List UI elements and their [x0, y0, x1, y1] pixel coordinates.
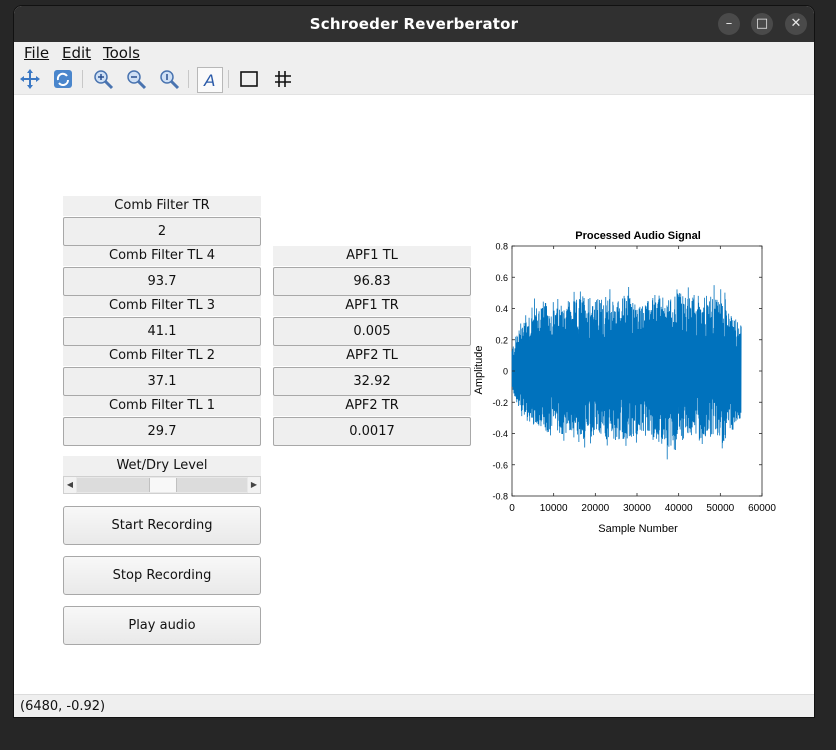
wetdry-slider[interactable]: ◀ ▶ [63, 476, 261, 494]
slider-right-arrow-icon[interactable]: ▶ [248, 477, 260, 493]
x-tick-label: 40000 [665, 503, 693, 514]
zoom-in-icon[interactable] [91, 67, 115, 91]
apf1-tr-field[interactable]: 0.005 [273, 317, 471, 346]
menu-tools-label: Tools [103, 44, 140, 62]
figure-canvas: Comb Filter TR 2 Comb Filter TL 4 93.7 C… [14, 95, 814, 694]
apf2-tl-label: APF2 TL [273, 346, 471, 366]
y-tick-label: 0 [503, 367, 508, 377]
box-icon[interactable] [237, 67, 261, 91]
grid-icon[interactable] [271, 67, 295, 91]
comb-tl1-label: Comb Filter TL 1 [63, 396, 261, 416]
zoom-reset-icon[interactable] [157, 67, 181, 91]
toolbar: A [14, 64, 814, 95]
play-audio-button[interactable]: Play audio [63, 606, 261, 645]
wetdry-label: Wet/Dry Level [63, 456, 261, 476]
chart-ylabel: Amplitude [473, 346, 485, 395]
menu-edit-label: Edit [62, 44, 92, 62]
svg-text:A: A [203, 71, 215, 90]
status-bar: (6480, -0.92) [14, 694, 814, 717]
maximize-icon[interactable]: □ [751, 13, 773, 35]
toolbar-separator [228, 70, 229, 88]
y-tick-label: -0.4 [492, 429, 508, 439]
menu-bar: File Edit Tools [14, 42, 814, 64]
x-tick-label: 50000 [706, 503, 734, 514]
y-tick-label: 0.2 [495, 335, 508, 345]
y-tick-label: 0.8 [495, 242, 508, 252]
close-icon[interactable]: ✕ [785, 13, 807, 35]
menu-tools[interactable]: Tools [103, 44, 140, 62]
x-tick-label: 0 [509, 503, 515, 514]
y-tick-label: -0.2 [492, 398, 508, 408]
comb-tl4-label: Comb Filter TL 4 [63, 246, 261, 266]
comb-tl2-label: Comb Filter TL 2 [63, 346, 261, 366]
y-tick-label: 0.6 [495, 273, 508, 283]
apf1-tl-label: APF1 TL [273, 246, 471, 266]
rotate-icon[interactable] [51, 67, 75, 91]
apf2-tr-field[interactable]: 0.0017 [273, 417, 471, 446]
minimize-icon[interactable]: – [718, 13, 740, 35]
comb-tl4-field[interactable]: 93.7 [63, 267, 261, 296]
menu-file[interactable]: File [24, 44, 49, 62]
apf2-tr-label: APF2 TR [273, 396, 471, 416]
x-tick-label: 60000 [748, 503, 776, 514]
apf2-tl-field[interactable]: 32.92 [273, 367, 471, 396]
x-tick-label: 20000 [581, 503, 609, 514]
toolbar-separator [82, 70, 83, 88]
window-title: Schroeder Reverberator [309, 15, 519, 33]
comb-tl1-field[interactable]: 29.7 [63, 417, 261, 446]
y-tick-label: 0.4 [495, 304, 508, 314]
toolbar-separator [188, 70, 189, 88]
cursor-coordinates: (6480, -0.92) [20, 699, 106, 714]
comb-tr-label: Comb Filter TR [63, 196, 261, 216]
apf1-tr-label: APF1 TR [273, 296, 471, 316]
start-recording-button[interactable]: Start Recording [63, 506, 261, 545]
x-tick-label: 10000 [540, 503, 568, 514]
comb-tl3-field[interactable]: 41.1 [63, 317, 261, 346]
pan-icon[interactable] [18, 67, 42, 91]
app-window: Schroeder Reverberator – □ ✕ File Edit T… [14, 6, 814, 717]
text-insert-icon[interactable]: A [197, 67, 223, 93]
comb-tl2-field[interactable]: 37.1 [63, 367, 261, 396]
menu-file-label: File [24, 44, 50, 62]
title-bar: Schroeder Reverberator – □ ✕ [14, 6, 814, 42]
chart-xlabel: Sample Number [598, 523, 678, 535]
stop-recording-button[interactable]: Stop Recording [63, 556, 261, 595]
slider-thumb[interactable] [149, 478, 177, 492]
menu-edit[interactable]: Edit [62, 44, 91, 62]
slider-left-arrow-icon[interactable]: ◀ [64, 477, 76, 493]
chart-title: Processed Audio Signal [575, 230, 701, 242]
zoom-out-icon[interactable] [124, 67, 148, 91]
comb-tr-field[interactable]: 2 [63, 217, 261, 246]
apf1-tl-field[interactable]: 96.83 [273, 267, 471, 296]
y-tick-label: -0.8 [492, 492, 508, 502]
signal-chart[interactable]: Processed Audio Signal Amplitude Sample … [469, 217, 799, 537]
comb-tl3-label: Comb Filter TL 3 [63, 296, 261, 316]
x-tick-label: 30000 [623, 503, 651, 514]
y-tick-label: -0.6 [492, 460, 508, 470]
